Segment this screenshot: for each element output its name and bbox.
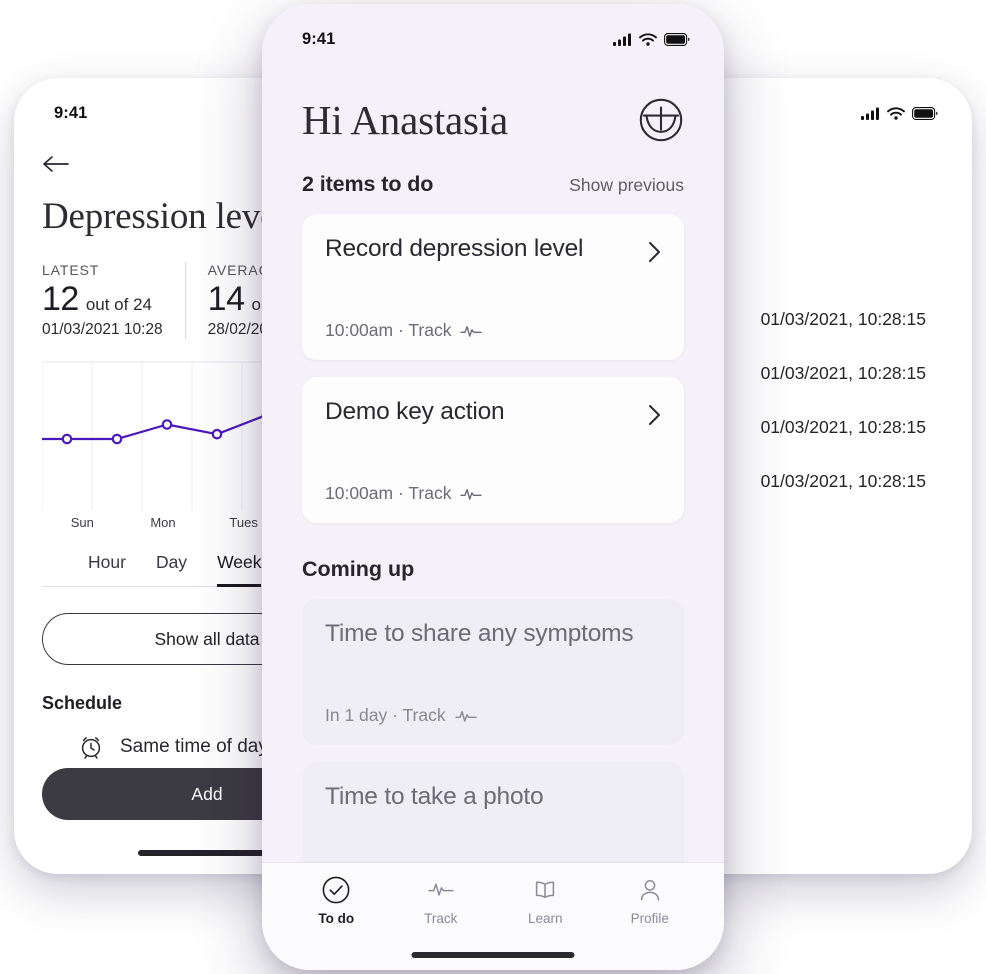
- home-indicator: [411, 952, 575, 958]
- battery-icon: [664, 32, 690, 46]
- task-meta-text: 10:00am · Track: [325, 483, 452, 503]
- phone-center: 9:41 Hi Anastasia 2 items to do Show pre…: [262, 4, 724, 970]
- cellular-signal-icon: [613, 33, 631, 46]
- range-tab-week[interactable]: Week: [217, 552, 262, 587]
- tab-learn[interactable]: Learn: [503, 875, 587, 926]
- task-title: Time to take a photo: [325, 783, 544, 810]
- task-title: Demo key action: [325, 398, 505, 425]
- alarm-clock-icon: [81, 737, 101, 759]
- pulse-wave-icon: [460, 325, 483, 337]
- task-meta: In 1 day · Track: [325, 705, 661, 726]
- chart-x-tick: Sun: [70, 515, 94, 530]
- chevron-right-icon[interactable]: [648, 241, 661, 268]
- left-status-time: 9:41: [54, 103, 88, 122]
- tab-list: To do Track Learn Profile: [262, 875, 724, 926]
- task-meta-text: In 1 day · Track: [325, 705, 446, 725]
- tab-to-do[interactable]: To do: [294, 875, 378, 926]
- stat-latest-label: LATEST: [42, 262, 100, 278]
- todo-section-header: 2 items to do Show previous: [302, 172, 684, 197]
- wifi-icon: [639, 32, 657, 46]
- stat-latest-date: 01/03/2021 10:28: [42, 321, 163, 338]
- greeting-text: Hi Anastasia: [302, 97, 508, 143]
- person-icon: [635, 875, 665, 905]
- todo-card-list: Record depression level 10:00am · Track De…: [302, 214, 684, 523]
- center-scroll-area: Hi Anastasia 2 items to do Show previous: [262, 60, 724, 862]
- coming-up-card[interactable]: Time to take a photo: [302, 762, 684, 862]
- center-status-bar: 9:41: [262, 4, 724, 60]
- pulse-wave-icon: [426, 875, 456, 905]
- greeting-row: Hi Anastasia: [302, 96, 684, 144]
- right-status-icons: [861, 106, 938, 120]
- stat-average-value: 14: [207, 280, 245, 318]
- tab-label: Learn: [527, 911, 563, 926]
- task-meta: 10:00am · Track: [325, 320, 661, 341]
- coming-up-card-list: Time to share any symptoms In 1 day · Tra…: [302, 599, 684, 862]
- tab-label: Track: [424, 911, 458, 926]
- coming-up-card[interactable]: Time to share any symptoms In 1 day · Tra…: [302, 599, 684, 745]
- show-previous-link[interactable]: Show previous: [569, 175, 684, 196]
- tab-label: Profile: [630, 911, 669, 926]
- bottom-tab-bar: To do Track Learn Profile: [262, 862, 724, 970]
- stat-latest-unit: out of 24: [85, 295, 152, 314]
- task-title: Record depression level: [325, 235, 584, 262]
- range-tab-day[interactable]: Day: [156, 552, 187, 587]
- coming-up-title: Coming up: [302, 557, 415, 581]
- task-title: Time to share any symptoms: [325, 620, 634, 647]
- pulse-wave-icon: [460, 488, 483, 500]
- wifi-icon: [887, 106, 905, 120]
- cellular-signal-icon: [861, 107, 879, 120]
- battery-icon: [912, 106, 938, 120]
- tab-track[interactable]: Track: [399, 875, 483, 926]
- todo-card[interactable]: Demo key action 10:00am · Track: [302, 377, 684, 523]
- tab-label: To do: [318, 911, 355, 926]
- back-arrow-icon: [43, 156, 69, 172]
- pulse-wave-icon: [460, 487, 483, 501]
- pulse-wave-icon: [454, 710, 477, 722]
- check-circle-icon: [321, 875, 351, 905]
- chart-x-tick: Mon: [150, 515, 176, 530]
- todo-section-title: 2 items to do: [302, 172, 434, 196]
- book-icon: [530, 875, 560, 905]
- range-tab-hour[interactable]: Hour: [88, 552, 126, 587]
- schedule-item-label: Same time of day: [120, 736, 268, 757]
- center-status-time: 9:41: [302, 29, 336, 48]
- pulse-wave-icon: [454, 709, 477, 723]
- mockup-stage: 9:41 Depression level - LATEST 12 out of…: [0, 0, 986, 974]
- pulse-wave-icon: [460, 324, 483, 338]
- brand-person-circle-icon[interactable]: [638, 97, 684, 143]
- center-status-icons: [613, 32, 690, 46]
- task-meta: 10:00am · Track: [325, 483, 661, 504]
- phone-center-screen: 9:41 Hi Anastasia 2 items to do Show pre…: [262, 4, 724, 970]
- stat-latest: LATEST 12 out of 24 01/03/2021 10:28: [42, 262, 185, 339]
- chevron-right-icon[interactable]: [648, 404, 661, 431]
- todo-card[interactable]: Record depression level 10:00am · Track: [302, 214, 684, 360]
- task-meta-text: 10:00am · Track: [325, 320, 452, 340]
- stat-latest-value: 12: [42, 280, 79, 318]
- tab-profile[interactable]: Profile: [608, 875, 692, 926]
